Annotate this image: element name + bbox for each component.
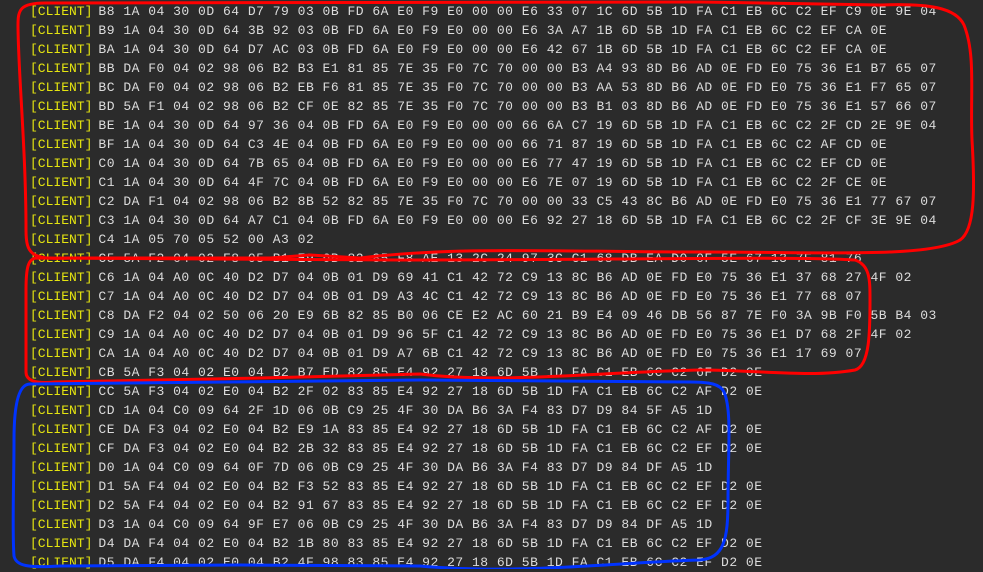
client-tag: [CLIENT] (30, 477, 92, 496)
log-line: [CLIENT] CF DA F3 04 02 E0 04 B2 2B 32 83… (30, 439, 960, 458)
client-tag: [CLIENT] (30, 173, 92, 192)
client-tag: [CLIENT] (30, 439, 92, 458)
log-line: [CLIENT] BE 1A 04 30 0D 64 97 36 04 0B FD… (30, 116, 960, 135)
hex-bytes: C7 1A 04 A0 0C 40 D2 D7 04 0B 01 D9 A3 4… (98, 287, 862, 306)
client-tag: [CLIENT] (30, 325, 92, 344)
hex-bytes: D5 DA F4 04 02 E0 04 B2 4F 98 83 85 E4 9… (98, 553, 762, 572)
client-tag: [CLIENT] (30, 211, 92, 230)
client-tag: [CLIENT] (30, 2, 92, 21)
hex-bytes: D4 DA F4 04 02 E0 04 B2 1B 80 83 85 E4 9… (98, 534, 762, 553)
log-line: [CLIENT] CD 1A 04 C0 09 64 2F 1D 06 0B C9… (30, 401, 960, 420)
hex-bytes: BC DA F0 04 02 98 06 B2 EB F6 81 85 7E 3… (98, 78, 936, 97)
log-line: [CLIENT] C4 1A 05 70 05 52 00 A3 02 (30, 230, 960, 249)
log-line: [CLIENT] CC 5A F3 04 02 E0 04 B2 2F 02 83… (30, 382, 960, 401)
hex-bytes: BD 5A F1 04 02 98 06 B2 CF 0E 82 85 7E 3… (98, 97, 936, 116)
client-tag: [CLIENT] (30, 287, 92, 306)
log-line: [CLIENT] CE DA F3 04 02 E0 04 B2 E9 1A 83… (30, 420, 960, 439)
log-line: [CLIENT] D3 1A 04 C0 09 64 9F E7 06 0B C9… (30, 515, 960, 534)
hex-bytes: C2 DA F1 04 02 98 06 B2 8B 52 82 85 7E 3… (98, 192, 936, 211)
hex-bytes: CF DA F3 04 02 E0 04 B2 2B 32 83 85 E4 9… (98, 439, 762, 458)
client-tag: [CLIENT] (30, 97, 92, 116)
client-tag: [CLIENT] (30, 363, 92, 382)
log-line: [CLIENT] CA 1A 04 A0 0C 40 D2 D7 04 0B 01… (30, 344, 960, 363)
hex-bytes: C3 1A 04 30 0D 64 A7 C1 04 0B FD 6A E0 F… (98, 211, 936, 230)
hex-bytes: CA 1A 04 A0 0C 40 D2 D7 04 0B 01 D9 A7 6… (98, 344, 862, 363)
client-tag: [CLIENT] (30, 496, 92, 515)
hex-bytes: BB DA F0 04 02 98 06 B2 B3 E1 81 85 7E 3… (98, 59, 936, 78)
hex-bytes: B8 1A 04 30 0D 64 D7 79 03 0B FD 6A E0 F… (98, 2, 936, 21)
client-tag: [CLIENT] (30, 382, 92, 401)
log-line: [CLIENT] D0 1A 04 C0 09 64 0F 7D 06 0B C9… (30, 458, 960, 477)
log-line: [CLIENT] C6 1A 04 A0 0C 40 D2 D7 04 0B 01… (30, 268, 960, 287)
client-tag: [CLIENT] (30, 268, 92, 287)
log-line: [CLIENT] D2 5A F4 04 02 E0 04 B2 91 67 83… (30, 496, 960, 515)
log-line: [CLIENT] CB 5A F3 04 02 E0 04 B2 B7 ED 82… (30, 363, 960, 382)
log-line: [CLIENT] BA 1A 04 30 0D 64 D7 AC 03 0B FD… (30, 40, 960, 59)
client-tag: [CLIENT] (30, 344, 92, 363)
hex-bytes: C6 1A 04 A0 0C 40 D2 D7 04 0B 01 D9 69 4… (98, 268, 912, 287)
hex-bytes: C4 1A 05 70 05 52 00 A3 02 (98, 230, 314, 249)
log-line: [CLIENT] C1 1A 04 30 0D 64 4F 7C 04 0B FD… (30, 173, 960, 192)
log-line: [CLIENT] BF 1A 04 30 0D 64 C3 4E 04 0B FD… (30, 135, 960, 154)
hex-bytes: C9 1A 04 A0 0C 40 D2 D7 04 0B 01 D9 96 5… (98, 325, 912, 344)
hex-bytes: CC 5A F3 04 02 E0 04 B2 2F 02 83 85 E4 9… (98, 382, 762, 401)
hex-bytes: C1 1A 04 30 0D 64 4F 7C 04 0B FD 6A E0 F… (98, 173, 887, 192)
log-line: [CLIENT] B9 1A 04 30 0D 64 3B 92 03 0B FD… (30, 21, 960, 40)
log-line: [CLIENT] BB DA F0 04 02 98 06 B2 B3 E1 81… (30, 59, 960, 78)
log-line: [CLIENT] C2 DA F1 04 02 98 06 B2 8B 52 82… (30, 192, 960, 211)
log-line: [CLIENT] D1 5A F4 04 02 E0 04 B2 F3 52 83… (30, 477, 960, 496)
client-tag: [CLIENT] (30, 306, 92, 325)
log-line: [CLIENT] C8 DA F2 04 02 50 06 20 E9 6B 82… (30, 306, 960, 325)
client-tag: [CLIENT] (30, 135, 92, 154)
client-tag: [CLIENT] (30, 154, 92, 173)
hex-bytes: C0 1A 04 30 0D 64 7B 65 04 0B FD 6A E0 F… (98, 154, 887, 173)
log-line: [CLIENT] BC DA F0 04 02 98 06 B2 EB F6 81… (30, 78, 960, 97)
log-panel: [CLIENT] B8 1A 04 30 0D 64 D7 79 03 0B FD… (30, 0, 960, 572)
log-line: [CLIENT] C7 1A 04 A0 0C 40 D2 D7 04 0B 01… (30, 287, 960, 306)
client-tag: [CLIENT] (30, 116, 92, 135)
client-tag: [CLIENT] (30, 59, 92, 78)
client-tag: [CLIENT] (30, 230, 92, 249)
client-tag: [CLIENT] (30, 401, 92, 420)
log-line: [CLIENT] C5 5A F2 04 02 F8 05 B1 E9 6B 82… (30, 249, 960, 268)
hex-bytes: C8 DA F2 04 02 50 06 20 E9 6B 82 85 B0 0… (98, 306, 936, 325)
hex-bytes: CD 1A 04 C0 09 64 2F 1D 06 0B C9 25 4F 3… (98, 401, 712, 420)
client-tag: [CLIENT] (30, 515, 92, 534)
log-line: [CLIENT] B8 1A 04 30 0D 64 D7 79 03 0B FD… (30, 2, 960, 21)
client-tag: [CLIENT] (30, 553, 92, 572)
hex-bytes: BE 1A 04 30 0D 64 97 36 04 0B FD 6A E0 F… (98, 116, 936, 135)
client-tag: [CLIENT] (30, 458, 92, 477)
client-tag: [CLIENT] (30, 534, 92, 553)
hex-bytes: BA 1A 04 30 0D 64 D7 AC 03 0B FD 6A E0 F… (98, 40, 887, 59)
log-line: [CLIENT] C3 1A 04 30 0D 64 A7 C1 04 0B FD… (30, 211, 960, 230)
log-line: [CLIENT] C9 1A 04 A0 0C 40 D2 D7 04 0B 01… (30, 325, 960, 344)
log-line: [CLIENT] D4 DA F4 04 02 E0 04 B2 1B 80 83… (30, 534, 960, 553)
hex-bytes: D0 1A 04 C0 09 64 0F 7D 06 0B C9 25 4F 3… (98, 458, 712, 477)
hex-bytes: CE DA F3 04 02 E0 04 B2 E9 1A 83 85 E4 9… (98, 420, 762, 439)
client-tag: [CLIENT] (30, 192, 92, 211)
client-tag: [CLIENT] (30, 78, 92, 97)
client-tag: [CLIENT] (30, 21, 92, 40)
hex-bytes: D2 5A F4 04 02 E0 04 B2 91 67 83 85 E4 9… (98, 496, 762, 515)
hex-bytes: CB 5A F3 04 02 E0 04 B2 B7 ED 82 85 E4 9… (98, 363, 762, 382)
client-tag: [CLIENT] (30, 420, 92, 439)
log-line: [CLIENT] BD 5A F1 04 02 98 06 B2 CF 0E 82… (30, 97, 960, 116)
log-line: [CLIENT] D5 DA F4 04 02 E0 04 B2 4F 98 83… (30, 553, 960, 572)
hex-bytes: D1 5A F4 04 02 E0 04 B2 F3 52 83 85 E4 9… (98, 477, 762, 496)
log-line: [CLIENT] C0 1A 04 30 0D 64 7B 65 04 0B FD… (30, 154, 960, 173)
client-tag: [CLIENT] (30, 40, 92, 59)
hex-bytes: C5 5A F2 04 02 F8 05 B1 E9 6B 82 85 F8 A… (98, 249, 862, 268)
hex-bytes: D3 1A 04 C0 09 64 9F E7 06 0B C9 25 4F 3… (98, 515, 712, 534)
client-tag: [CLIENT] (30, 249, 92, 268)
hex-bytes: BF 1A 04 30 0D 64 C3 4E 04 0B FD 6A E0 F… (98, 135, 887, 154)
hex-bytes: B9 1A 04 30 0D 64 3B 92 03 0B FD 6A E0 F… (98, 21, 887, 40)
